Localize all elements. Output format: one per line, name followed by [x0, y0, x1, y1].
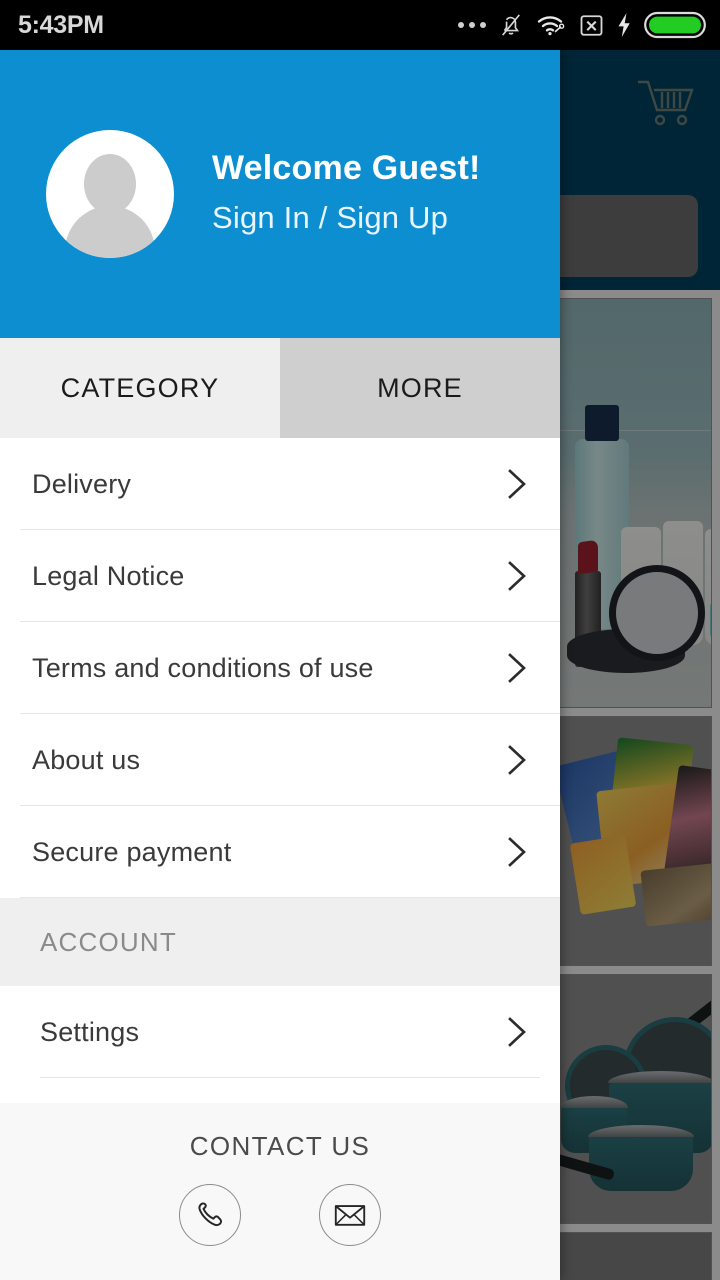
menu-item-label: Terms and conditions of use: [32, 652, 374, 683]
more-dots-icon: [458, 22, 486, 28]
drawer-account-header[interactable]: Welcome Guest! Sign In / Sign Up: [0, 50, 560, 338]
menu-item-about-us[interactable]: About us: [0, 714, 560, 806]
welcome-block: Welcome Guest! Sign In / Sign Up: [212, 147, 481, 240]
email-button[interactable]: [319, 1184, 381, 1246]
contact-us-section: CONTACT US: [0, 1103, 560, 1280]
drawer-tabs: CATEGORY MORE: [0, 338, 560, 438]
menu-item-legal-notice[interactable]: Legal Notice: [0, 530, 560, 622]
phone-screen: Instant Food Kitchenware 5: [0, 0, 720, 1280]
row-divider: [20, 897, 560, 898]
charging-bolt-icon: [617, 12, 631, 38]
status-time: 5:43PM: [18, 11, 104, 39]
tab-more-label: MORE: [377, 372, 463, 403]
navigation-drawer: Welcome Guest! Sign In / Sign Up CATEGOR…: [0, 50, 560, 1280]
sign-in-sign-up-link[interactable]: Sign In / Sign Up: [212, 196, 481, 241]
status-icon-tray: [458, 11, 706, 39]
chevron-right-icon: [504, 559, 530, 593]
phone-button[interactable]: [179, 1184, 241, 1246]
menu-item-secure-payment[interactable]: Secure payment: [0, 806, 560, 898]
row-divider: [40, 1077, 540, 1078]
menu-item-label: About us: [32, 744, 141, 775]
menu-item-settings[interactable]: Settings: [0, 986, 560, 1078]
tab-more[interactable]: MORE: [280, 338, 560, 438]
contact-buttons: [0, 1184, 560, 1246]
section-header-label: ACCOUNT: [40, 926, 177, 957]
tab-category-label: CATEGORY: [60, 372, 220, 403]
menu-item-label: Secure payment: [32, 836, 232, 867]
chevron-right-icon: [504, 651, 530, 685]
battery-full-icon: [644, 11, 706, 39]
tab-category[interactable]: CATEGORY: [0, 338, 280, 438]
welcome-title: Welcome Guest!: [212, 149, 481, 188]
menu-item-delivery[interactable]: Delivery: [0, 438, 560, 530]
phone-icon: [194, 1199, 226, 1231]
status-bar: 5:43PM: [0, 0, 720, 50]
email-icon: [334, 1202, 366, 1228]
section-header-account: ACCOUNT: [0, 898, 560, 986]
menu-item-label: Delivery: [32, 468, 132, 499]
drawer-menu-list: Delivery Legal Notice Terms and conditio…: [0, 438, 560, 1103]
menu-item-terms-and-conditions[interactable]: Terms and conditions of use: [0, 622, 560, 714]
contact-us-title: CONTACT US: [189, 1131, 371, 1161]
menu-item-label: Legal Notice: [32, 560, 185, 591]
chevron-right-icon: [504, 467, 530, 501]
wifi-icon: [536, 13, 566, 37]
guest-avatar-icon[interactable]: [46, 130, 174, 258]
notifications-off-icon: [499, 12, 523, 38]
no-sim-icon: [579, 13, 604, 38]
chevron-right-icon: [504, 743, 530, 777]
chevron-right-icon: [504, 1015, 530, 1049]
menu-item-label: Settings: [40, 1016, 140, 1047]
chevron-right-icon: [504, 835, 530, 869]
